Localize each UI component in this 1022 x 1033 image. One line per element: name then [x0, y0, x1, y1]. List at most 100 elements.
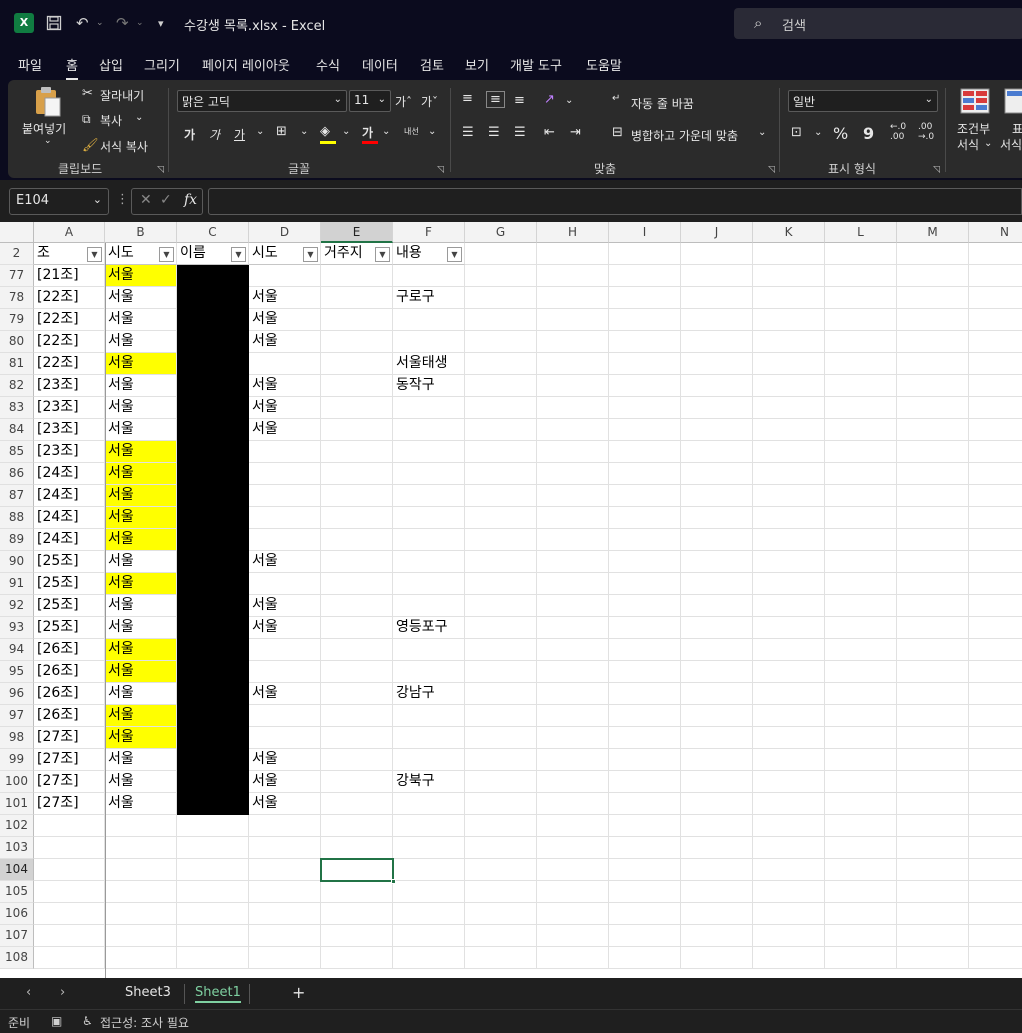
merge-center-button[interactable]: 병합하고 가운데 맞춤 — [631, 127, 738, 144]
empty-cell[interactable] — [609, 683, 681, 705]
cell-c79-redacted[interactable] — [177, 309, 249, 331]
empty-cell[interactable] — [897, 947, 969, 969]
empty-cell[interactable] — [537, 727, 609, 749]
empty-cell[interactable] — [897, 485, 969, 507]
row-header-80[interactable]: 80 — [0, 331, 34, 353]
cell-e93[interactable] — [321, 617, 393, 639]
empty-cell[interactable] — [753, 551, 825, 573]
empty-cell[interactable] — [537, 529, 609, 551]
cell-d85[interactable] — [249, 441, 321, 463]
empty-cell[interactable] — [753, 375, 825, 397]
cell-a108[interactable] — [34, 947, 105, 969]
decrease-decimal-button[interactable]: .00 →.0 — [918, 122, 934, 142]
empty-cell[interactable] — [465, 925, 537, 947]
cell-c84-redacted[interactable] — [177, 419, 249, 441]
empty-cell[interactable] — [465, 507, 537, 529]
cell-c99-redacted[interactable] — [177, 749, 249, 771]
filter-dropdown-icon[interactable]: ▼ — [375, 247, 390, 262]
cell-b101[interactable]: 서울 — [105, 793, 177, 815]
cell-f97[interactable] — [393, 705, 465, 727]
row-header-107[interactable]: 107 — [0, 925, 34, 947]
cell-a82[interactable]: [23조] — [34, 375, 105, 397]
cell-d88[interactable] — [249, 507, 321, 529]
empty-cell[interactable] — [465, 705, 537, 727]
empty-cell[interactable] — [537, 573, 609, 595]
formula-input[interactable] — [208, 188, 1022, 215]
empty-cell[interactable] — [969, 793, 1022, 815]
cell-f100[interactable]: 강북구 — [393, 771, 465, 793]
cell-f89[interactable] — [393, 529, 465, 551]
empty-cell[interactable] — [969, 529, 1022, 551]
empty-cell[interactable] — [897, 529, 969, 551]
cell-f78[interactable]: 구로구 — [393, 287, 465, 309]
paste-icon[interactable] — [34, 86, 62, 118]
fill-color-dropdown-icon[interactable]: ⌄ — [342, 126, 350, 137]
empty-cell[interactable] — [609, 441, 681, 463]
cell-b88[interactable]: 서울 — [105, 507, 177, 529]
copy-dropdown-icon[interactable]: ⌄ — [135, 112, 143, 123]
empty-cell[interactable] — [609, 661, 681, 683]
empty-cell[interactable] — [825, 859, 897, 881]
empty-cell[interactable] — [537, 859, 609, 881]
cell-a100[interactable]: [27조] — [34, 771, 105, 793]
align-top-icon[interactable]: ≡ — [462, 91, 473, 106]
empty-cell[interactable] — [753, 463, 825, 485]
cell-b89[interactable]: 서울 — [105, 529, 177, 551]
cell-c88-redacted[interactable] — [177, 507, 249, 529]
column-header-h[interactable]: H — [537, 222, 609, 243]
empty-cell[interactable] — [969, 683, 1022, 705]
empty-cell[interactable] — [609, 815, 681, 837]
cell-b82[interactable]: 서울 — [105, 375, 177, 397]
cell-c104[interactable] — [177, 859, 249, 881]
underline-dropdown-icon[interactable]: ⌄ — [256, 126, 264, 137]
empty-cell[interactable] — [609, 947, 681, 969]
cell-f108[interactable] — [393, 947, 465, 969]
empty-cell[interactable] — [681, 837, 753, 859]
cell-c82-redacted[interactable] — [177, 375, 249, 397]
empty-cell[interactable] — [609, 749, 681, 771]
cell-e79[interactable] — [321, 309, 393, 331]
save-icon[interactable] — [46, 12, 62, 34]
empty-cell[interactable] — [825, 397, 897, 419]
cell-e85[interactable] — [321, 441, 393, 463]
empty-cell[interactable] — [825, 331, 897, 353]
empty-cell[interactable] — [897, 419, 969, 441]
conditional-formatting-label-2[interactable]: 서식 — [957, 136, 979, 153]
empty-cell[interactable] — [753, 859, 825, 881]
cell-f90[interactable] — [393, 551, 465, 573]
empty-cell[interactable] — [753, 265, 825, 287]
name-box[interactable]: E104 ⌄ — [9, 188, 109, 215]
cell-a86[interactable]: [24조] — [34, 463, 105, 485]
empty-cell[interactable] — [537, 749, 609, 771]
sheet-tab-sheet3[interactable]: Sheet3 — [125, 985, 171, 1000]
empty-cell[interactable] — [969, 639, 1022, 661]
cell-a101[interactable]: [27조] — [34, 793, 105, 815]
empty-cell[interactable] — [537, 661, 609, 683]
cell-d97[interactable] — [249, 705, 321, 727]
cell-c102[interactable] — [177, 815, 249, 837]
border-icon[interactable]: ⊞ — [276, 124, 287, 139]
empty-cell[interactable] — [609, 639, 681, 661]
cell-e107[interactable] — [321, 925, 393, 947]
empty-cell[interactable] — [897, 639, 969, 661]
paste-label[interactable]: 붙여넣기 — [22, 120, 66, 137]
cell-b102[interactable] — [105, 815, 177, 837]
empty-cell[interactable] — [753, 705, 825, 727]
empty-cell[interactable] — [537, 397, 609, 419]
empty-cell[interactable] — [825, 463, 897, 485]
cell-b90[interactable]: 서울 — [105, 551, 177, 573]
cell-c85-redacted[interactable] — [177, 441, 249, 463]
redo-icon[interactable]: ↷ — [116, 12, 129, 34]
row-header-95[interactable]: 95 — [0, 661, 34, 683]
column-header-g[interactable]: G — [465, 222, 537, 243]
cell-a98[interactable]: [27조] — [34, 727, 105, 749]
empty-cell[interactable] — [465, 353, 537, 375]
confirm-entry-icon[interactable]: ✓ — [160, 192, 172, 208]
empty-cell[interactable] — [537, 705, 609, 727]
empty-cell[interactable] — [897, 749, 969, 771]
tab-insert[interactable]: 삽입 — [99, 55, 123, 74]
cell-c77-redacted[interactable] — [177, 265, 249, 287]
cell-e91[interactable] — [321, 573, 393, 595]
empty-cell[interactable] — [969, 617, 1022, 639]
tab-review[interactable]: 검토 — [420, 55, 444, 74]
